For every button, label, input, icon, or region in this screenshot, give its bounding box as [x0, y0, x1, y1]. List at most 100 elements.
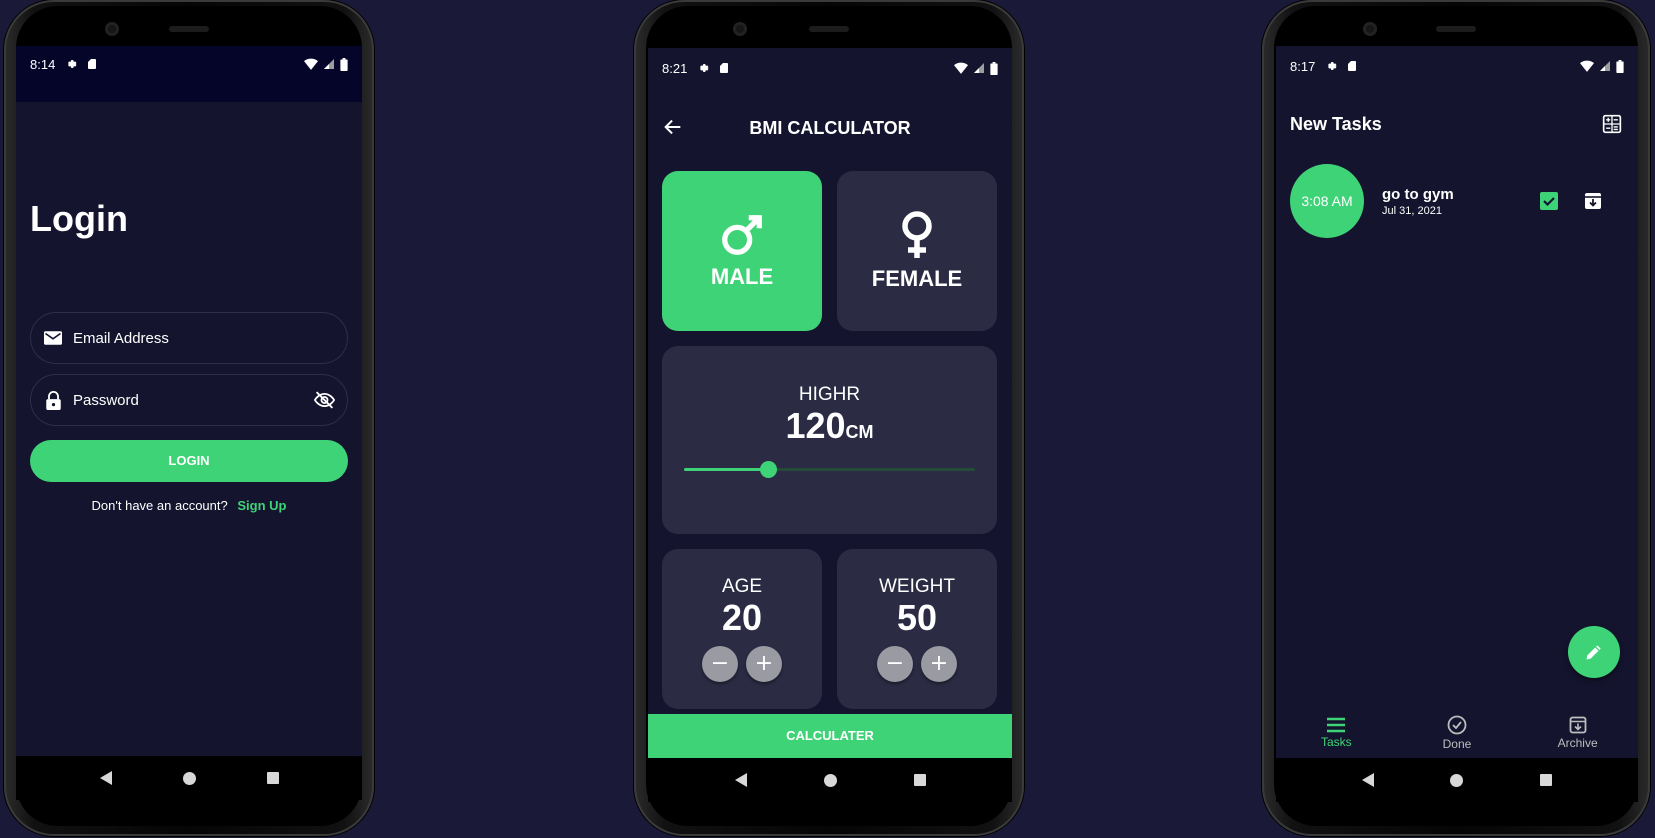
list-item[interactable]: 3:08 AM go to gym Jul 31, 2021 [1290, 164, 1624, 238]
signup-row: Don't have an account? Sign Up [16, 498, 362, 513]
nav-home-button[interactable] [182, 771, 196, 785]
nav-back-button[interactable] [99, 771, 112, 785]
system-nav-bar [648, 758, 1012, 802]
nav-home-button[interactable] [1450, 773, 1464, 787]
weight-label: WEIGHT [879, 576, 955, 598]
settings-icon [1328, 62, 1337, 70]
battery-icon [1616, 59, 1624, 73]
weight-decrement-button[interactable]: − [877, 645, 913, 682]
sd-card-icon [720, 63, 729, 73]
female-symbol-icon [902, 211, 932, 258]
height-slider-thumb[interactable] [760, 461, 778, 478]
male-label: MALE [710, 264, 774, 289]
bottom-nav-archive[interactable]: Archive [1538, 716, 1618, 750]
height-slider-fill [684, 468, 769, 471]
height-readout: 120CM [785, 406, 873, 446]
system-nav-bar [1276, 758, 1638, 802]
phone-frame-bmi: 8:21 BMI CALCULATOR MALE FEMALE HIGHR 12… [634, 0, 1024, 836]
status-time: 8:17 [1290, 58, 1316, 74]
nav-recents-button[interactable] [266, 772, 279, 784]
lock-icon [43, 390, 63, 410]
front-camera [105, 22, 119, 36]
phone-speaker [169, 26, 209, 32]
gender-card-male[interactable]: MALE [662, 171, 822, 331]
nav-home-button[interactable] [823, 773, 837, 787]
front-camera [1363, 22, 1377, 36]
bmi-screen: 8:21 BMI CALCULATOR MALE FEMALE HIGHR 12… [648, 48, 1012, 802]
system-nav-bar [16, 756, 362, 800]
page-title: New Tasks [1290, 114, 1382, 134]
page-title: BMI CALCULATOR [749, 118, 911, 138]
wifi-icon [954, 62, 968, 74]
task-date: Jul 31, 2021 [1382, 204, 1442, 217]
calculator-icon[interactable] [1602, 114, 1622, 134]
age-decrement-button[interactable]: − [702, 645, 738, 682]
phone-frame-login: 8:14 Login LOGIN [4, 0, 374, 836]
tasks-screen: 8:17 New Tasks 3:08 AM go to gym Jul 31,… [1276, 46, 1638, 802]
height-label: HIGHR [798, 384, 861, 405]
front-camera [733, 22, 747, 36]
nav-back-button[interactable] [734, 773, 747, 787]
bottom-nav-label: Done [1442, 737, 1472, 751]
bottom-nav: Tasks Done Archive [1276, 708, 1638, 758]
battery-icon [990, 61, 998, 75]
check-circle-icon [1447, 715, 1467, 735]
signup-prompt: Don't have an account? [91, 498, 228, 513]
add-task-fab[interactable] [1568, 626, 1620, 678]
sd-card-icon [88, 59, 97, 69]
email-field[interactable] [30, 312, 348, 364]
edit-icon [1586, 645, 1601, 660]
email-input[interactable] [73, 329, 335, 347]
status-bar: 8:21 [648, 48, 1012, 88]
password-input[interactable] [73, 391, 313, 409]
task-time-badge: 3:08 AM [1290, 164, 1364, 238]
task-info: go to gym Jul 31, 2021 [1382, 186, 1454, 217]
wifi-icon [304, 58, 318, 70]
nav-recents-button[interactable] [1539, 774, 1552, 786]
status-bar: 8:14 [16, 46, 362, 84]
check-box-icon[interactable] [1540, 192, 1558, 210]
visibility-off-icon[interactable] [313, 389, 335, 411]
bottom-nav-done[interactable]: Done [1417, 715, 1497, 751]
age-stepper: − + [702, 645, 782, 682]
age-value: 20 [721, 597, 763, 639]
archive-icon[interactable] [1584, 192, 1602, 210]
task-name: go to gym [1382, 185, 1454, 203]
calculate-button[interactable]: CALCULATER [648, 714, 1012, 758]
age-increment-button[interactable]: + [746, 645, 782, 682]
weight-stepper: − + [877, 645, 957, 682]
height-value: 120 [785, 405, 846, 446]
age-card: AGE 20 − + [662, 549, 822, 709]
weight-increment-button[interactable]: + [921, 645, 957, 682]
status-time: 8:21 [662, 60, 688, 76]
height-card: HIGHR 120CM [662, 346, 997, 534]
login-screen: 8:14 Login LOGIN [16, 46, 362, 800]
signal-icon [974, 63, 984, 73]
gender-card-female[interactable]: FEMALE [837, 171, 997, 331]
battery-icon [340, 57, 348, 71]
settings-icon [700, 64, 709, 72]
age-label: AGE [721, 576, 763, 598]
archive-icon [1569, 716, 1587, 734]
settings-icon [68, 60, 77, 68]
nav-back-button[interactable] [1362, 773, 1375, 787]
male-symbol-icon [722, 215, 762, 255]
login-button[interactable]: LOGIN [30, 440, 348, 482]
signup-link[interactable]: Sign Up [237, 498, 286, 513]
height-unit: CM [845, 422, 874, 442]
signal-icon [1600, 61, 1610, 71]
bottom-nav-label: Archive [1557, 736, 1598, 750]
menu-icon [1327, 717, 1346, 733]
mail-icon [43, 328, 63, 348]
female-label: FEMALE [871, 266, 963, 291]
signal-icon [324, 59, 334, 69]
nav-recents-button[interactable] [913, 774, 926, 786]
height-slider[interactable] [684, 461, 975, 478]
wifi-icon [1580, 60, 1594, 72]
bottom-nav-label: Tasks [1320, 735, 1352, 749]
phone-speaker [809, 26, 849, 32]
bottom-nav-tasks[interactable]: Tasks [1296, 717, 1376, 749]
page-title: Login [30, 198, 128, 239]
weight-card: WEIGHT 50 − + [837, 549, 997, 709]
password-field[interactable] [30, 374, 348, 426]
